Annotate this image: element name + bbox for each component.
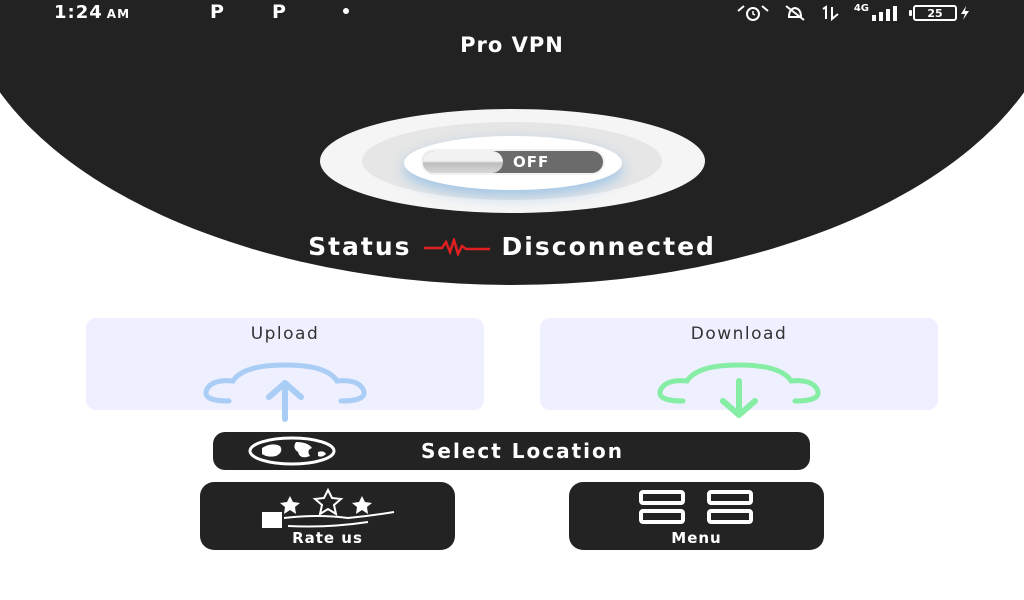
notifications-muted-icon [785,5,805,21]
network-type: 4G [853,2,869,14]
alarm-icon [737,5,769,21]
select-location-label: Select Location [421,439,624,463]
download-card: Download [540,318,938,418]
toggle-label: OFF [513,153,550,171]
cloud-upload-icon [203,362,367,422]
status-bar: 1:24 AM P P 4G 25 [0,0,1024,26]
toggle-knob [423,151,503,173]
app-title: Pro VPN [460,33,564,57]
upload-label: Upload [250,324,320,344]
grid-menu-icon [638,490,753,524]
parking-notification-icon-2: P [272,1,286,23]
rate-stars-hand-icon [261,488,394,528]
signal-icon [872,6,897,21]
data-transfer-icon [822,5,839,21]
clock: 1:24 [54,2,103,23]
upload-card: Upload [86,318,484,422]
menu-button[interactable]: Menu [569,482,824,550]
parking-notification-icon: P [210,1,224,23]
system-icons: 4G 25 [736,2,970,22]
am-pm: AM [106,7,131,21]
pulse-icon [423,237,490,256]
download-label: Download [690,324,788,344]
connection-status: Status Disconnected [0,232,1024,261]
status-label: Status [308,232,412,261]
vpn-toggle[interactable]: OFF [423,151,603,173]
status-value: Disconnected [501,232,716,261]
charging-icon [961,6,969,20]
status-time: 1:24 AM [54,2,130,23]
rate-us-button[interactable]: Rate us [200,482,455,550]
rate-us-label: Rate us [292,529,363,547]
battery-icon: 25 [909,5,970,21]
select-location-button[interactable]: Select Location [213,432,810,470]
battery-level: 25 [913,5,957,21]
menu-label: Menu [671,529,722,547]
more-notifications-icon [343,8,349,14]
globe-icon [248,436,336,466]
cloud-download-icon [657,362,821,418]
